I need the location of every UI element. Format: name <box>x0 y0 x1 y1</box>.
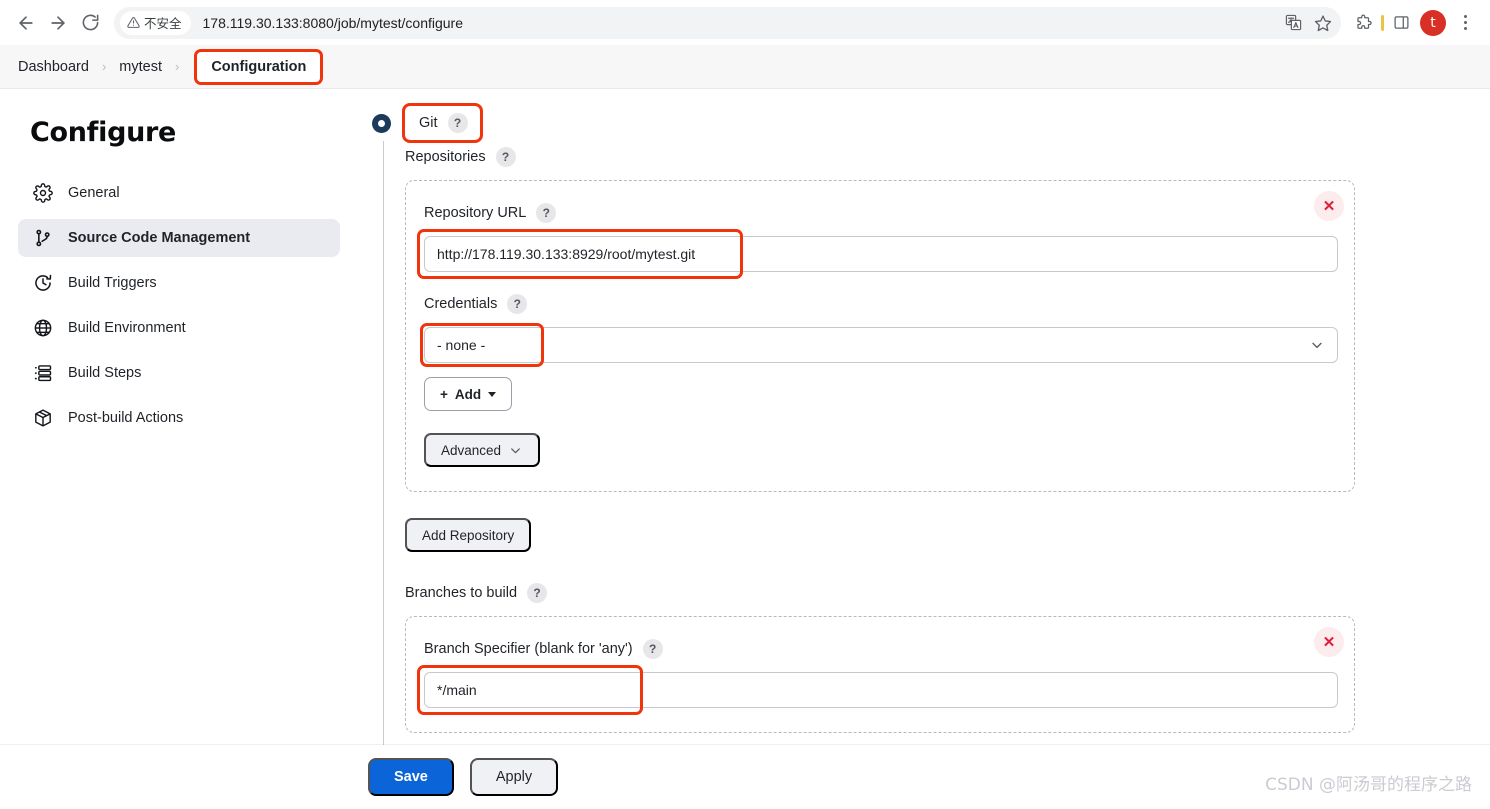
sidebar-item-source-code-management[interactable]: Source Code Management <box>18 219 340 257</box>
save-button[interactable]: Save <box>368 758 454 796</box>
avatar-initial: t <box>1420 9 1446 36</box>
breadcrumb-separator: › <box>101 59 107 74</box>
package-icon <box>32 407 54 429</box>
help-icon[interactable]: ? <box>447 113 468 133</box>
globe-icon <box>32 317 54 339</box>
star-icon[interactable] <box>1309 9 1337 37</box>
puzzle-icon[interactable] <box>1349 8 1379 38</box>
breadcrumb-item-configuration-highlight[interactable]: Configuration <box>194 48 324 85</box>
clock-icon <box>32 272 54 294</box>
branches-label-row: Branches to build ? <box>405 583 1490 603</box>
repository-card: ✕ Repository URL ? http://178.119.30.133… <box>405 180 1355 492</box>
chevron-down-icon <box>508 443 523 458</box>
profile-accent-bar <box>1381 14 1384 31</box>
scm-git-label-highlight[interactable]: Git ? <box>402 103 483 143</box>
security-status-text: 不安全 <box>144 16 182 31</box>
translate-icon[interactable] <box>1279 9 1307 37</box>
caret-down-icon <box>488 391 497 397</box>
breadcrumb-separator: › <box>174 59 180 74</box>
credentials-label: Credentials <box>424 296 498 312</box>
gear-icon <box>32 182 54 204</box>
page-title: Configure <box>30 117 177 148</box>
branch-specifier-input[interactable]: */main <box>424 672 1338 708</box>
sidebar-item-label: Build Environment <box>68 320 186 336</box>
branch-specifier-label-row: Branch Specifier (blank for 'any') ? <box>424 639 1330 659</box>
sidebar-item-post-build-actions[interactable]: Post-build Actions <box>18 399 340 437</box>
help-icon[interactable]: ? <box>507 294 528 314</box>
security-status-badge[interactable]: 不安全 <box>120 10 191 35</box>
add-credentials-button[interactable]: + Add <box>424 377 513 411</box>
git-section-body: Repositories ? ✕ Repository URL ? http:/… <box>383 141 1490 801</box>
warning-triangle-icon <box>127 17 140 28</box>
branches-to-build-label: Branches to build <box>405 585 518 601</box>
repositories-label: Repositories <box>405 149 486 165</box>
help-icon[interactable]: ? <box>536 203 557 223</box>
repository-url-label: Repository URL <box>424 205 527 221</box>
sidebar-item-build-triggers[interactable]: Build Triggers <box>18 264 340 302</box>
scm-form: Git ? Repositories ? ✕ Repository URL ? … <box>358 89 1490 809</box>
delete-branch-button[interactable]: ✕ <box>1314 627 1344 657</box>
breadcrumb-bar: Dashboard › mytest › Configuration <box>0 45 1490 89</box>
avatar[interactable]: t <box>1418 8 1448 38</box>
breadcrumb: Dashboard › mytest › Configuration <box>16 48 324 85</box>
list-icon <box>32 362 54 384</box>
credentials-select[interactable]: - none - <box>424 327 1338 363</box>
repositories-label-row: Repositories ? <box>405 147 1490 167</box>
delete-repository-button[interactable]: ✕ <box>1314 191 1344 221</box>
branch-specifier-input-wrap: */main <box>417 665 1338 715</box>
configure-sidebar: Configure General Source Code Management… <box>0 89 358 809</box>
repository-url-input[interactable]: http://178.119.30.133:8929/root/mytest.g… <box>424 236 1338 272</box>
sidebar-item-build-environment[interactable]: Build Environment <box>18 309 340 347</box>
breadcrumb-item-mytest[interactable]: mytest <box>117 56 164 78</box>
add-repository-button[interactable]: Add Repository <box>405 518 532 552</box>
breadcrumb-item-configuration: Configuration <box>211 58 307 75</box>
sidebar-item-label: General <box>68 185 120 201</box>
page-body: Configure General Source Code Management… <box>0 89 1490 809</box>
sidebar-item-label: Build Triggers <box>68 275 157 291</box>
repository-url-input-wrap: http://178.119.30.133:8929/root/mytest.g… <box>417 229 1338 279</box>
url-text[interactable]: 178.119.30.133:8080/job/mytest/configure <box>203 15 1279 31</box>
sidebar-item-general[interactable]: General <box>18 174 340 212</box>
repository-url-label-row: Repository URL ? <box>424 203 1330 223</box>
chrome-actions: t <box>1349 8 1480 38</box>
scm-git-label: Git <box>419 115 438 131</box>
credentials-label-row: Credentials ? <box>424 294 1330 314</box>
add-credentials-prefix: + <box>440 386 448 402</box>
sidebar-item-label: Source Code Management <box>68 230 251 246</box>
advanced-toggle-button[interactable]: Advanced <box>424 433 541 467</box>
help-icon[interactable]: ? <box>642 639 663 659</box>
credentials-selected-value: - none - <box>437 337 486 353</box>
breadcrumb-item-dashboard[interactable]: Dashboard <box>16 56 91 78</box>
sidebar-item-label: Post-build Actions <box>68 410 184 426</box>
add-credentials-label: Add <box>454 386 482 402</box>
scm-git-option-row[interactable]: Git ? <box>372 103 1490 143</box>
side-panel-icon[interactable] <box>1386 8 1416 38</box>
sidebar-item-build-steps[interactable]: Build Steps <box>18 354 340 392</box>
watermark: CSDN @阿汤哥的程序之路 <box>1265 775 1472 795</box>
help-icon[interactable]: ? <box>527 583 548 603</box>
address-bar[interactable]: 不安全 178.119.30.133:8080/job/mytest/confi… <box>114 6 1341 39</box>
radio-selected-icon[interactable] <box>372 113 391 133</box>
git-branch-icon <box>32 227 54 249</box>
advanced-label: Advanced <box>441 442 502 458</box>
sidebar-item-label: Build Steps <box>68 365 142 381</box>
branch-card: ✕ Branch Specifier (blank for 'any') ? *… <box>405 616 1355 733</box>
credentials-select-wrap: - none - <box>420 323 1338 367</box>
back-icon[interactable] <box>10 7 42 39</box>
apply-button[interactable]: Apply <box>469 758 559 796</box>
browser-toolbar: 不安全 178.119.30.133:8080/job/mytest/confi… <box>0 0 1490 45</box>
chevron-down-icon <box>1309 337 1325 353</box>
help-icon[interactable]: ? <box>495 147 516 167</box>
reload-icon[interactable] <box>74 7 106 39</box>
branch-specifier-label: Branch Specifier (blank for 'any') <box>424 641 633 657</box>
kebab-menu-icon[interactable] <box>1450 8 1480 38</box>
forward-icon[interactable] <box>42 7 74 39</box>
